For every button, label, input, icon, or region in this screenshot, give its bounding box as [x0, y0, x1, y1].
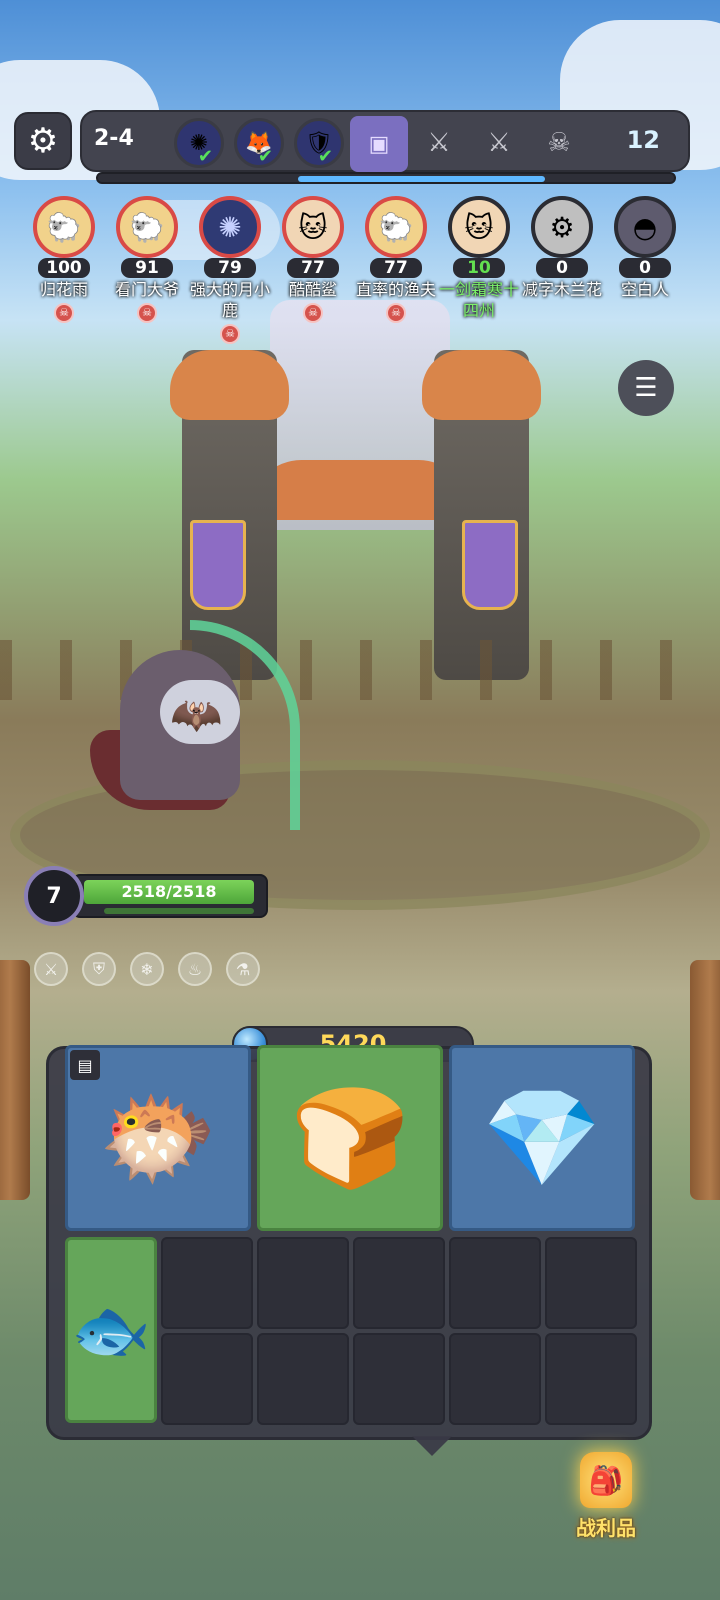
taiyaki-item: 🐟 [71, 1293, 151, 1368]
player-card[interactable]: 🐱 77 酷酷鲨 ☠ [271, 196, 355, 323]
empty-inventory-slot[interactable] [353, 1333, 445, 1425]
shield-buff-icon[interactable]: ⛨ [82, 952, 116, 986]
crossed-swords-icon: ⚔ [427, 128, 451, 158]
inventory-slot-3[interactable]: 💎 [449, 1045, 635, 1231]
player-name: 空白人 [620, 280, 669, 299]
empty-inventory-slot[interactable] [449, 1333, 541, 1425]
inventory-slot-4[interactable]: 🐟 [65, 1237, 157, 1423]
sheep-avatar: 🐑 [116, 196, 178, 258]
hero-level-badge: 7 [24, 866, 84, 926]
skull-icon: ☠ [137, 303, 157, 323]
boss-skull-icon: ☠ [547, 128, 571, 158]
player-card[interactable]: ◓ 0 空白人 [603, 196, 687, 300]
sheep-avatar: 🐑 [365, 196, 427, 258]
check-icon: ✔ [317, 146, 333, 167]
hero-hp-panel: 7 2518/2518 [24, 866, 268, 926]
player-name: 归花雨 [39, 280, 88, 299]
loot-button[interactable]: 🎒 战利品 [556, 1452, 656, 1552]
player-name: 看门大爷 [114, 280, 179, 299]
inventory-slot-2[interactable]: 🍞 [257, 1045, 443, 1231]
player-card[interactable]: ✺ 79 强大的月小鹿 ☠ [188, 196, 272, 344]
sheep-avatar: 🐑 [33, 196, 95, 258]
player-name: 直率的渔夫 [355, 280, 436, 299]
player-name: 一剑霜寒十四州 [438, 280, 519, 320]
player-card[interactable]: 🐑 77 直率的渔夫 ☠ [354, 196, 438, 323]
cat-avatar: 🐱 [282, 196, 344, 258]
hp-bar: 2518/2518 [72, 874, 268, 918]
fire-buff-icon[interactable]: ♨ [178, 952, 212, 986]
stage-node-1: ✺ ✔ [174, 118, 224, 168]
potion-buff-icon[interactable]: ⚗ [226, 952, 260, 986]
stage-progress-bar: 2-4 ✺ ✔ 🦊 ✔ 🛡 ✔ ▣ ⚔ ⚔ ☠ 12 [80, 110, 690, 172]
players-row: 🐑 100 归花雨 ☠ 🐑 91 看门大爷 ☠ ✺ 79 强大的月小鹿 ☠ 🐱 77 酷酷鲨 ☠ 🐑 77 直率的渔… [22, 196, 712, 344]
player-score: 79 [204, 258, 256, 278]
skull-icon: ☠ [386, 303, 406, 323]
stage-progress-fill [298, 176, 545, 182]
gear-icon: ⚙ [27, 121, 59, 161]
empty-inventory-slot[interactable] [161, 1333, 253, 1425]
settings-button[interactable]: ⚙ [14, 112, 72, 170]
player-score: 77 [287, 258, 339, 278]
gear-avatar: ⚙ [531, 196, 593, 258]
hp-text: 2518/2518 [121, 882, 217, 901]
bat-hero-icon: 🦇 [170, 690, 223, 739]
crossed-swords-icon: ⚔ [487, 128, 511, 158]
stage-label: 2-4 [94, 126, 134, 151]
player-score: 0 [619, 258, 671, 278]
frost-buff-icon[interactable]: ❄ [130, 952, 164, 986]
stats-button[interactable]: ☰ [618, 360, 674, 416]
stage-progress-track [96, 172, 676, 184]
check-icon: ✔ [197, 146, 213, 167]
player-score: 91 [121, 258, 173, 278]
inventory-panel: ▤ 🐡 🍞 💎 🐟 [46, 1045, 652, 1440]
note-icon: ▤ [70, 1050, 100, 1080]
player-score: 10 [453, 258, 505, 278]
stage-node-2: 🦊 ✔ [234, 118, 284, 168]
player-name: 强大的月小鹿 [189, 280, 270, 320]
skull-icon: ☠ [54, 303, 74, 323]
loot-label: 战利品 [576, 1516, 636, 1540]
check-icon: ✔ [257, 146, 273, 167]
player-card[interactable]: 🐱 10 一剑霜寒十四州 [437, 196, 521, 321]
inventory-slot-1[interactable]: ▤ 🐡 [65, 1045, 251, 1231]
buff-row: ⚔ ⛨ ❄ ♨ ⚗ [34, 952, 260, 988]
empty-inventory-slot[interactable] [449, 1237, 541, 1329]
puffer-fish-item: 🐡 [98, 1081, 218, 1194]
player-name: 酷酷鲨 [288, 280, 337, 299]
empty-inventory-slot[interactable] [161, 1237, 253, 1329]
chest-icon: ▣ [368, 131, 390, 157]
stage-node-3: 🛡 ✔ [294, 118, 344, 168]
skull-icon: ☠ [220, 324, 240, 344]
player-card[interactable]: ⚙ 0 减字木兰花 [520, 196, 604, 300]
melon-bread-item: 🍞 [290, 1081, 410, 1194]
empty-inventory-slot[interactable] [545, 1237, 637, 1329]
stage-node-7: ☠ [534, 118, 584, 168]
player-card[interactable]: 🐑 91 看门大爷 ☠ [105, 196, 189, 323]
empty-inventory-slot[interactable] [257, 1333, 349, 1425]
skull-icon: ☠ [303, 303, 323, 323]
empty-inventory-slot[interactable] [257, 1237, 349, 1329]
slime-avatar: ◓ [614, 196, 676, 258]
empty-inventory-slot[interactable] [545, 1333, 637, 1425]
stage-node-4: ▣ [350, 116, 408, 172]
player-score: 77 [370, 258, 422, 278]
sword-buff-icon[interactable]: ⚔ [34, 952, 68, 986]
player-score: 0 [536, 258, 588, 278]
player-card[interactable]: 🐑 100 归花雨 ☠ [22, 196, 106, 323]
stats-list-icon: ☰ [634, 373, 658, 403]
cat-avatar: 🐱 [448, 196, 510, 258]
backpack-icon: 🎒 [580, 1452, 632, 1508]
stage-node-6: ⚔ [474, 118, 524, 168]
player-score: 100 [38, 258, 90, 278]
stage-node-5: ⚔ [414, 118, 464, 168]
empty-inventory-slot[interactable] [353, 1237, 445, 1329]
player-name: 减字木兰花 [521, 280, 602, 299]
remaining-count: 12 [626, 126, 660, 154]
volcano-crystal-item: 💎 [482, 1081, 602, 1194]
loading-avatar: ✺ [199, 196, 261, 258]
hero-character: 🦇 [90, 620, 300, 830]
